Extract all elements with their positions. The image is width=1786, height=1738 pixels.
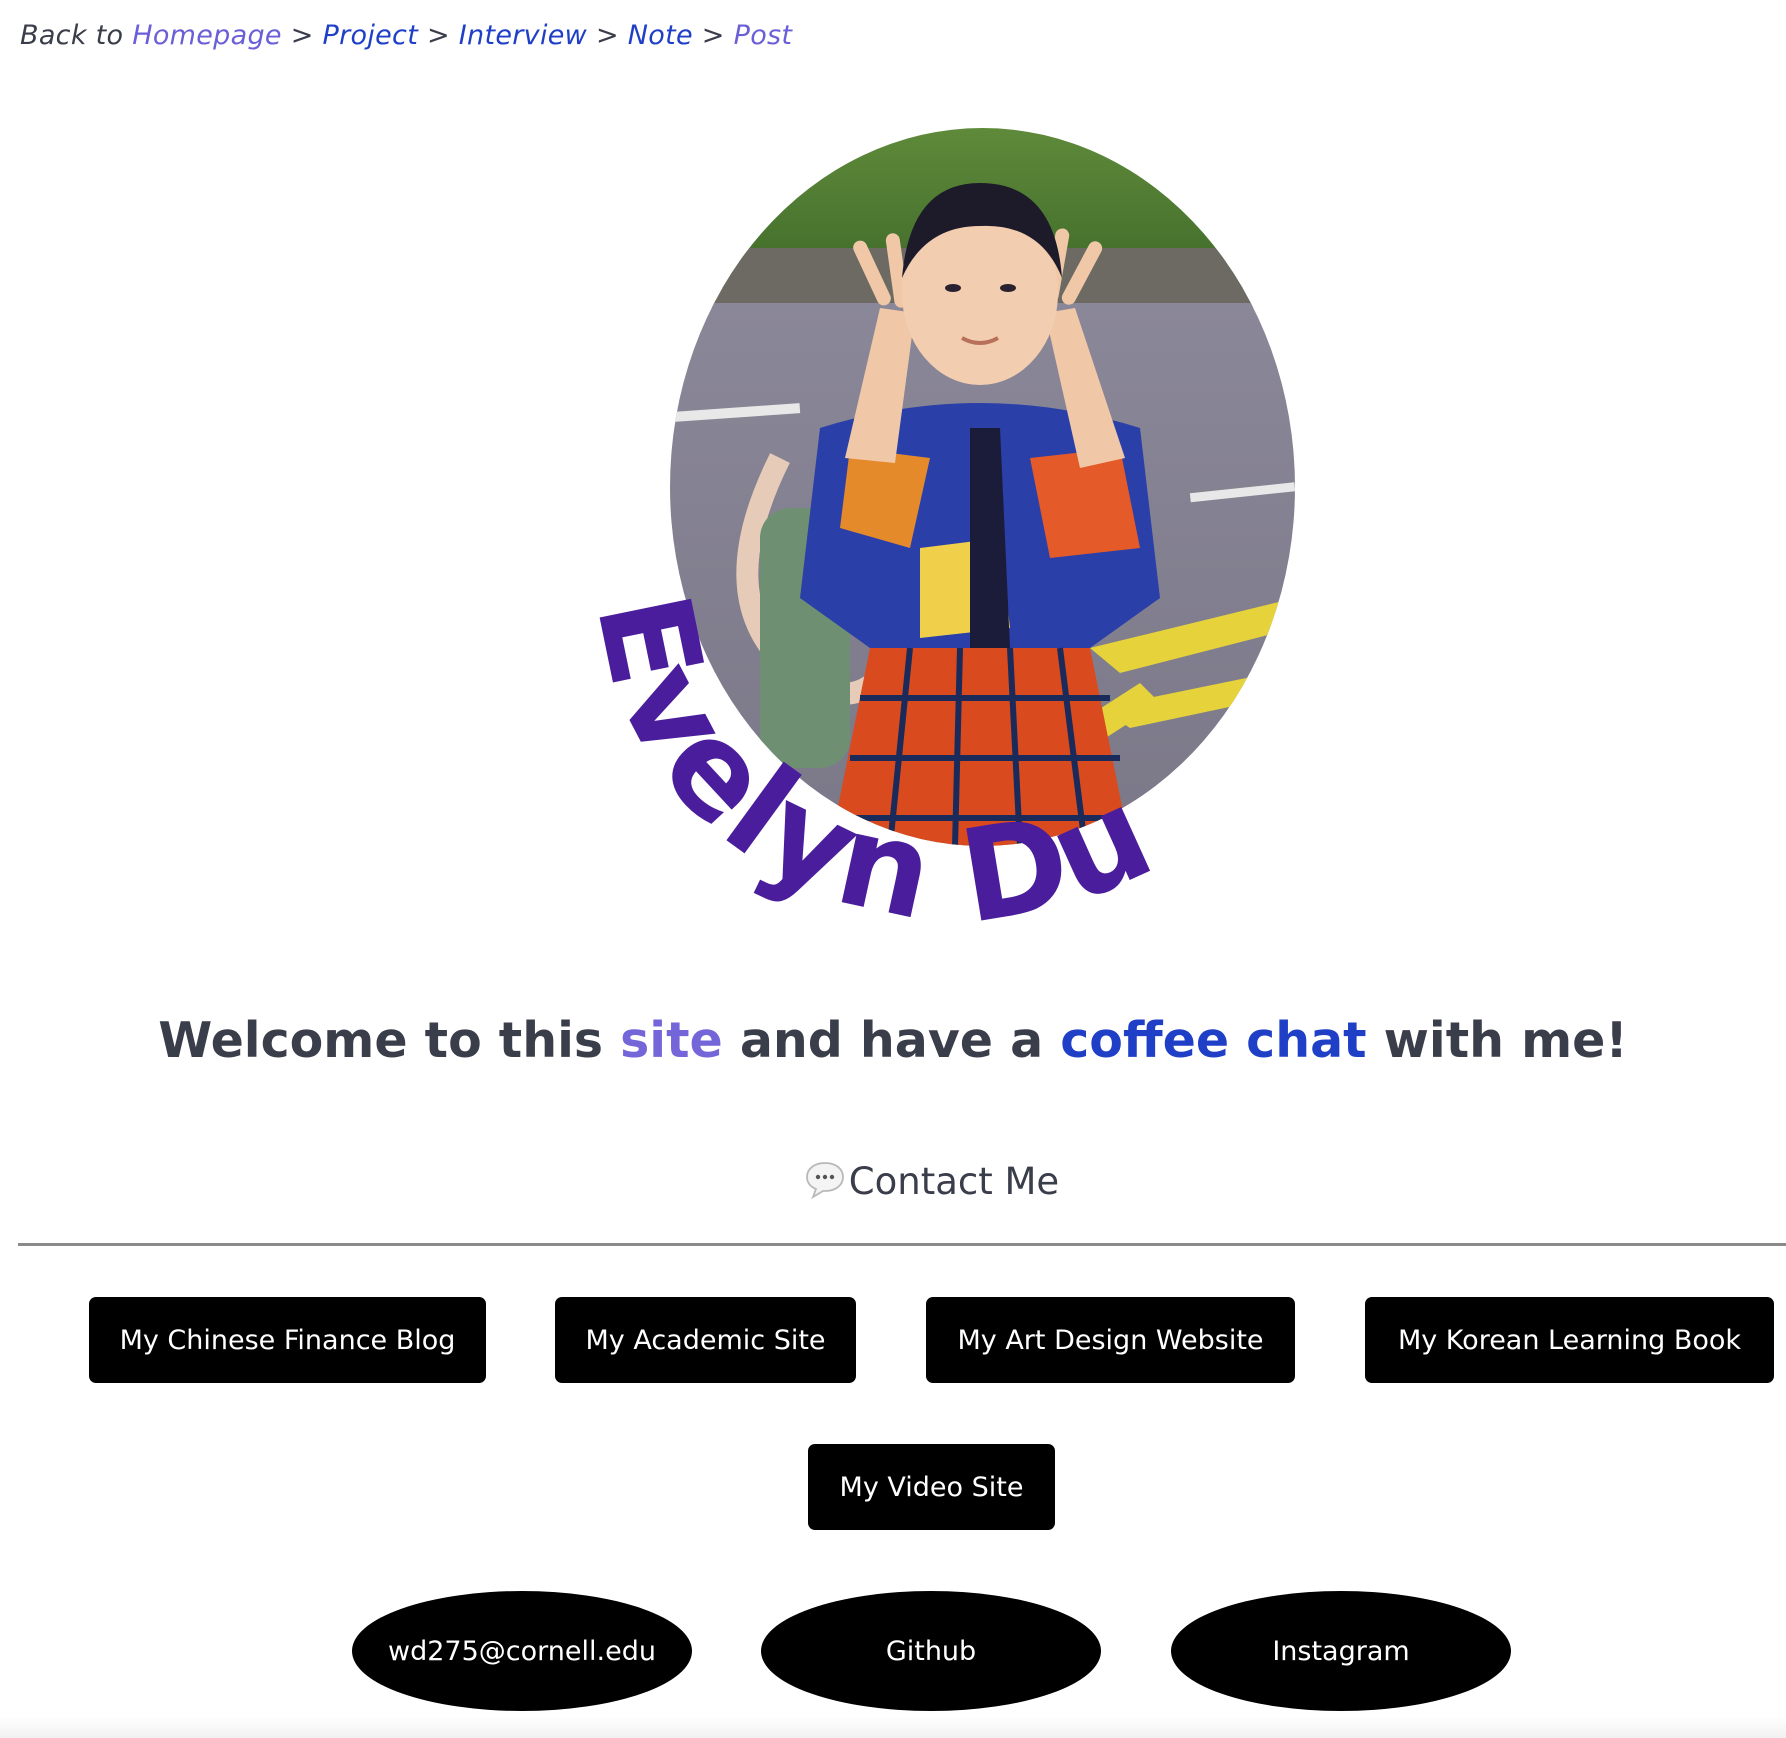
breadcrumb: Back to Homepage > Project > Interview >…: [20, 20, 792, 51]
section-divider: [18, 1243, 1786, 1246]
breadcrumb-separator: >: [290, 20, 314, 51]
welcome-text-1: Welcome to this: [158, 1012, 604, 1069]
breadcrumb-link-interview[interactable]: Interview: [459, 20, 587, 51]
contact-heading: Contact Me: [0, 1160, 1786, 1203]
breadcrumb-separator: >: [701, 20, 725, 51]
video-site-button[interactable]: My Video Site: [808, 1444, 1055, 1530]
instagram-button[interactable]: Instagram: [1171, 1591, 1511, 1711]
breadcrumb-separator: >: [426, 20, 450, 51]
svg-text:Evelyn Du: Evelyn Du: [567, 582, 1175, 953]
contact-title: Contact Me: [848, 1160, 1060, 1203]
welcome-coffee-chat-link[interactable]: coffee chat: [1060, 1012, 1366, 1069]
breadcrumb-link-project[interactable]: Project: [323, 20, 419, 51]
breadcrumb-link-homepage[interactable]: Homepage: [132, 20, 282, 51]
github-button[interactable]: Github: [761, 1591, 1101, 1711]
korean-learning-book-button[interactable]: My Korean Learning Book: [1365, 1297, 1774, 1383]
welcome-text-3: with me!: [1383, 1012, 1628, 1069]
profile-hero: Evelyn Du: [540, 110, 1300, 953]
page-bottom-edge: [0, 1716, 1786, 1738]
chinese-finance-blog-button[interactable]: My Chinese Finance Blog: [89, 1297, 486, 1383]
profile-name-arc: Evelyn Du: [567, 582, 1173, 953]
welcome-message: Welcome to this site and have a coffee c…: [0, 1012, 1786, 1069]
profile-name: Evelyn Du: [567, 582, 1173, 953]
page: Back to Homepage > Project > Interview >…: [0, 0, 1786, 1738]
welcome-text-2: and have a: [739, 1012, 1044, 1069]
welcome-site-link[interactable]: site: [620, 1012, 723, 1069]
academic-site-button[interactable]: My Academic Site: [555, 1297, 856, 1383]
breadcrumb-prefix: Back to: [20, 20, 124, 51]
breadcrumb-link-post[interactable]: Post: [734, 20, 793, 51]
speech-bubble-icon: [805, 1162, 844, 1200]
breadcrumb-link-note[interactable]: Note: [628, 20, 693, 51]
art-design-website-button[interactable]: My Art Design Website: [926, 1297, 1295, 1383]
email-button[interactable]: wd275@cornell.edu: [352, 1591, 692, 1711]
breadcrumb-separator: >: [595, 20, 619, 51]
